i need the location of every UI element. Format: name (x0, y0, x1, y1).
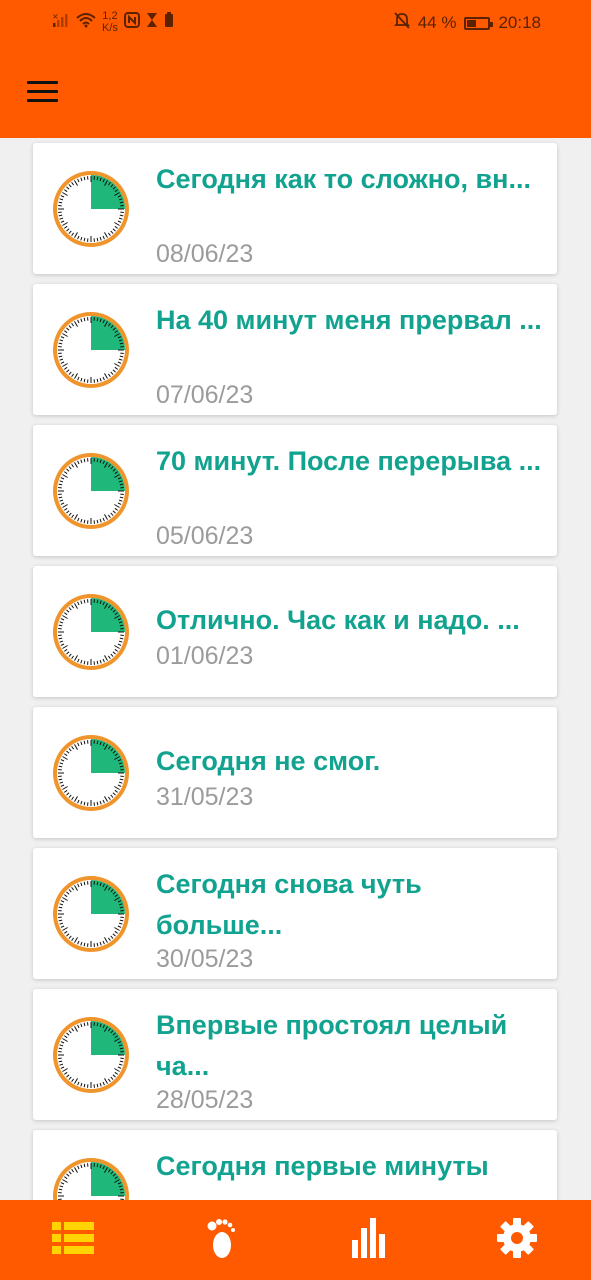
hourglass-icon (146, 12, 158, 33)
status-left: × 1,2 K/s (52, 10, 174, 34)
entry-card[interactable]: 70 минут. После перерыва ... 05/06/23 (33, 425, 557, 556)
entry-title: Сегодня первые минуты (156, 1151, 489, 1181)
entries-list: Сегодня как то сложно, вн... 08/06/23 На … (0, 138, 591, 1200)
entry-date: 30/05/23 (156, 945, 254, 973)
entry-title: Сегодня как то сложно, вн... (156, 164, 531, 194)
timer-clock-icon (49, 590, 133, 674)
clock-time: 20:18 (498, 13, 541, 32)
entry-card[interactable]: Сегодня первые минуты (33, 1130, 557, 1200)
nav-bar-chart[interactable] (296, 1200, 444, 1280)
battery-percent: 44 % (417, 13, 457, 32)
entry-date: 07/06/23 (156, 381, 254, 409)
gear-icon (497, 1217, 538, 1263)
bar-chart-icon (351, 1217, 387, 1263)
entry-date: 01/06/23 (156, 642, 254, 670)
entry-date: 05/06/23 (156, 522, 254, 550)
battery-saver-icon (164, 11, 174, 33)
timer-clock-icon (49, 167, 133, 251)
nav-gear[interactable] (443, 1200, 591, 1280)
entry-title: Отлично. Час как и надо. ... (156, 605, 520, 635)
svg-text:×: × (52, 12, 59, 21)
entry-card[interactable]: Сегодня снова чуть больше... 30/05/23 (33, 848, 557, 979)
timer-clock-icon (49, 449, 133, 533)
entry-title: Сегодня снова чуть больше... (156, 869, 422, 940)
app-header: × 1,2 K/s 44 % 20:18 (0, 0, 591, 138)
entry-card[interactable]: Отлично. Час как и надо. ... 01/06/23 (33, 566, 557, 697)
entry-card[interactable]: Сегодня как то сложно, вн... 08/06/23 (33, 143, 557, 274)
entry-title: На 40 минут меня прервал ... (156, 305, 542, 335)
timer-clock-icon (49, 731, 133, 815)
timer-clock-icon (49, 1013, 133, 1097)
bottom-nav (0, 1200, 591, 1280)
wifi-icon (76, 12, 96, 33)
entry-date: 08/06/23 (156, 240, 254, 268)
timer-clock-icon (49, 308, 133, 392)
timer-clock-icon (49, 1154, 133, 1200)
entry-title: Сегодня не смог. (156, 746, 381, 776)
list-icon (51, 1220, 96, 1261)
timer-clock-icon (49, 872, 133, 956)
battery-icon (464, 16, 494, 30)
entry-date: 28/05/23 (156, 1086, 254, 1114)
entry-title: 70 минут. После перерыва ... (156, 446, 542, 476)
signal-icon: × (52, 12, 70, 33)
nav-list[interactable] (0, 1200, 148, 1280)
mute-bell-icon (393, 12, 410, 34)
status-bar: × 1,2 K/s 44 % 20:18 (0, 0, 591, 46)
entry-title: Впервые простоял целый ча... (156, 1010, 508, 1081)
net-speed: 1,2 K/s (102, 10, 118, 34)
entry-card[interactable]: На 40 минут меня прервал ... 07/06/23 (33, 284, 557, 415)
nav-footprint[interactable] (148, 1200, 296, 1280)
status-right: 44 % 20:18 (393, 12, 541, 34)
entry-card[interactable]: Сегодня не смог. 31/05/23 (33, 707, 557, 838)
nfc-icon (123, 11, 140, 33)
entry-date: 31/05/23 (156, 783, 254, 811)
entry-card[interactable]: Впервые простоял целый ча... 28/05/23 (33, 989, 557, 1120)
hamburger-menu-icon[interactable] (27, 81, 58, 103)
footprint-icon (206, 1217, 238, 1264)
